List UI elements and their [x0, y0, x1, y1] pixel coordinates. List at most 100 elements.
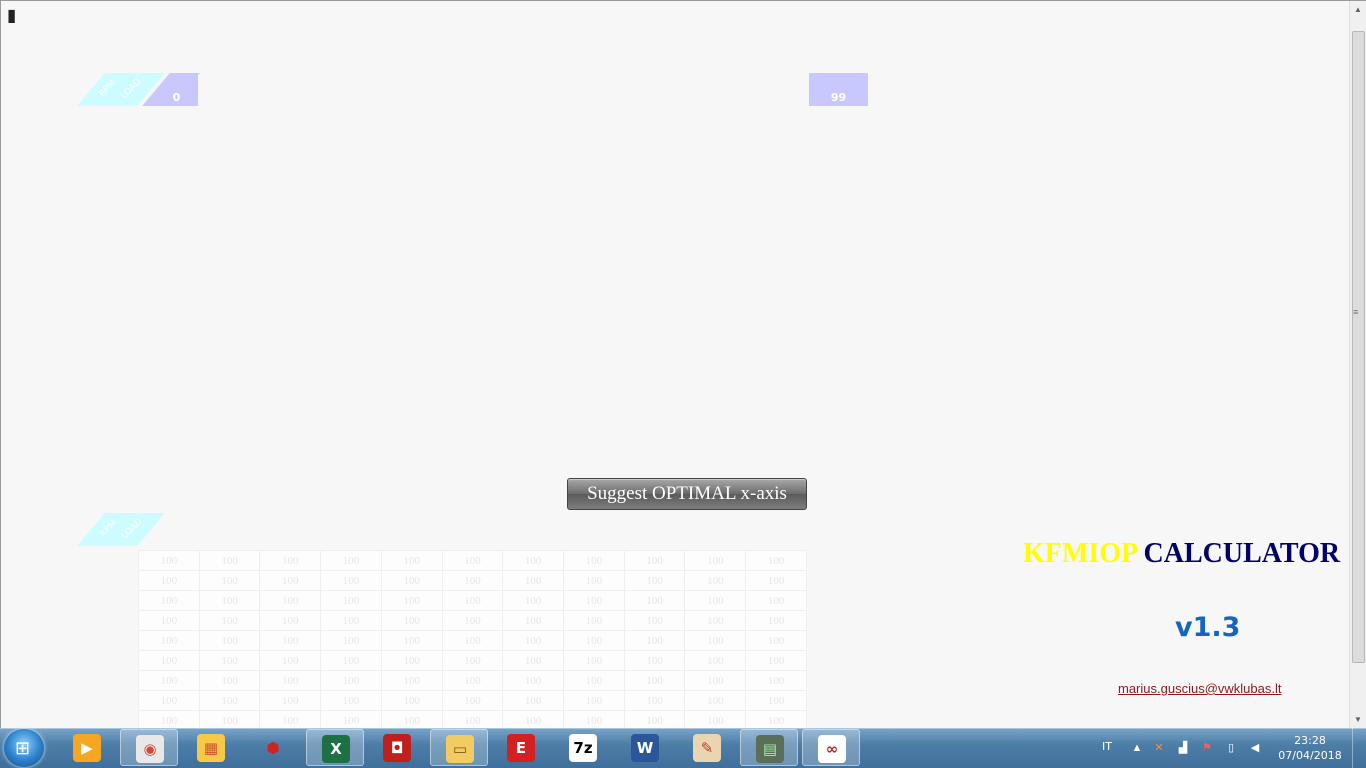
- grid-cell[interactable]: 100: [138, 590, 200, 611]
- grid-cell[interactable]: 100: [623, 610, 686, 631]
- grid-cell[interactable]: 100: [441, 590, 504, 611]
- grid-cell[interactable]: 100: [441, 690, 504, 711]
- grid-cell[interactable]: 100: [623, 630, 686, 651]
- show-hidden-icons-icon[interactable]: ▲: [1130, 742, 1144, 755]
- scroll-down-icon[interactable]: ▼: [1350, 711, 1366, 728]
- clock[interactable]: 23:28 07/04/2018: [1276, 733, 1344, 763]
- grid-cell[interactable]: 100: [320, 630, 382, 651]
- grid-cell[interactable]: 100: [563, 610, 625, 631]
- grid-cell[interactable]: 100: [198, 710, 261, 728]
- taskbar-item[interactable]: ▶: [58, 729, 116, 766]
- grid-cell[interactable]: 100: [380, 550, 443, 571]
- grid-cell[interactable]: 100: [380, 690, 443, 711]
- taskbar-item[interactable]: ▤: [740, 729, 798, 766]
- grid-cell[interactable]: 100: [502, 650, 565, 671]
- grid-cell[interactable]: 100: [259, 610, 322, 631]
- grid-cell[interactable]: 100: [320, 590, 382, 611]
- taskbar-item[interactable]: E: [492, 729, 550, 766]
- grid-cell[interactable]: 100: [380, 590, 443, 611]
- grid-cell[interactable]: 100: [623, 550, 686, 571]
- grid-cell[interactable]: 100: [198, 690, 261, 711]
- grid-cell[interactable]: 100: [138, 570, 200, 591]
- network-warning-icon[interactable]: ✕: [1152, 742, 1166, 755]
- grid-cell[interactable]: 100: [502, 550, 565, 571]
- taskbar-item[interactable]: ◉: [120, 729, 178, 766]
- grid-cell[interactable]: 100: [502, 690, 565, 711]
- grid-cell[interactable]: 100: [563, 710, 625, 728]
- grid-cell[interactable]: 100: [380, 670, 443, 691]
- grid-cell[interactable]: 100: [502, 590, 565, 611]
- grid-cell[interactable]: 100: [441, 570, 504, 591]
- taskbar-item[interactable]: X: [306, 729, 364, 766]
- grid-cell[interactable]: 100: [320, 650, 382, 671]
- grid-cell[interactable]: 100: [441, 630, 504, 651]
- grid-cell[interactable]: 100: [684, 610, 747, 631]
- grid-cell[interactable]: 100: [623, 650, 686, 671]
- taskbar-item[interactable]: ⬢: [244, 729, 302, 766]
- grid-cell[interactable]: 100: [380, 710, 443, 728]
- grid-cell[interactable]: 100: [259, 630, 322, 651]
- suggest-optimal-x-axis-button[interactable]: Suggest OPTIMAL x-axis: [567, 478, 807, 510]
- grid-cell[interactable]: 100: [320, 610, 382, 631]
- grid-cell[interactable]: 100: [563, 630, 625, 651]
- grid-cell[interactable]: 100: [502, 670, 565, 691]
- scroll-up-icon[interactable]: ▲: [1350, 1, 1366, 18]
- grid-cell[interactable]: 100: [138, 650, 200, 671]
- flag-icon[interactable]: ⚑: [1200, 742, 1214, 755]
- taskbar-item[interactable]: ▭: [430, 729, 488, 766]
- grid-cell[interactable]: 100: [745, 650, 807, 671]
- language-indicator[interactable]: IT: [1102, 740, 1112, 753]
- grid-cell[interactable]: 100: [380, 610, 443, 631]
- grid-cell[interactable]: 100: [563, 670, 625, 691]
- grid-cell[interactable]: 100: [684, 590, 747, 611]
- grid-cell[interactable]: 100: [259, 590, 322, 611]
- grid-cell[interactable]: 100: [502, 570, 565, 591]
- taskbar-item[interactable]: ∞: [802, 729, 860, 766]
- grid-cell[interactable]: 100: [198, 670, 261, 691]
- grid-cell[interactable]: 100: [563, 550, 625, 571]
- grid-cell[interactable]: 100: [259, 670, 322, 691]
- grid-cell[interactable]: 100: [259, 550, 322, 571]
- grid-cell[interactable]: 100: [684, 570, 747, 591]
- grid-cell[interactable]: 100: [320, 550, 382, 571]
- show-desktop-button[interactable]: [1352, 728, 1366, 768]
- grid-cell[interactable]: 100: [745, 670, 807, 691]
- grid-cell[interactable]: 100: [623, 570, 686, 591]
- grid-cell[interactable]: 100: [380, 630, 443, 651]
- grid-cell[interactable]: 100: [198, 570, 261, 591]
- grid-cell[interactable]: 100: [441, 550, 504, 571]
- grid-cell[interactable]: 100: [745, 570, 807, 591]
- taskbar-item[interactable]: 7z: [554, 729, 612, 766]
- grid-cell[interactable]: 100: [380, 650, 443, 671]
- grid-cell[interactable]: 100: [745, 610, 807, 631]
- grid-cell[interactable]: 100: [138, 610, 200, 631]
- device-icon[interactable]: ▯: [1224, 742, 1238, 755]
- grid-cell[interactable]: 100: [259, 690, 322, 711]
- grid-cell[interactable]: 100: [198, 590, 261, 611]
- taskbar-item[interactable]: W: [616, 729, 674, 766]
- grid-cell[interactable]: 100: [684, 650, 747, 671]
- grid-cell[interactable]: 100: [320, 690, 382, 711]
- grid-cell[interactable]: 100: [563, 570, 625, 591]
- grid-cell[interactable]: 100: [198, 550, 261, 571]
- grid-cell[interactable]: 100: [502, 630, 565, 651]
- grid-cell[interactable]: 100: [441, 610, 504, 631]
- vertical-scrollbar[interactable]: ▲ ≡ ▼: [1349, 1, 1366, 728]
- grid-cell[interactable]: 100: [684, 690, 747, 711]
- grid-cell[interactable]: 100: [563, 650, 625, 671]
- grid-cell[interactable]: 100: [320, 710, 382, 728]
- grid-cell[interactable]: 100: [198, 610, 261, 631]
- grid-cell[interactable]: 100: [623, 670, 686, 691]
- grid-cell[interactable]: 100: [441, 650, 504, 671]
- grid-cell[interactable]: 100: [684, 550, 747, 571]
- grid-cell[interactable]: 100: [684, 710, 747, 728]
- grid-cell[interactable]: 100: [259, 710, 322, 728]
- grid-cell[interactable]: 100: [563, 690, 625, 711]
- grid-cell[interactable]: 100: [198, 650, 261, 671]
- grid-cell[interactable]: 100: [138, 550, 200, 571]
- grid-cell[interactable]: 100: [502, 610, 565, 631]
- grid-cell[interactable]: 100: [138, 690, 200, 711]
- grid-cell[interactable]: 100: [320, 670, 382, 691]
- taskbar-item[interactable]: ▦: [182, 729, 240, 766]
- grid-cell[interactable]: 100: [745, 710, 807, 728]
